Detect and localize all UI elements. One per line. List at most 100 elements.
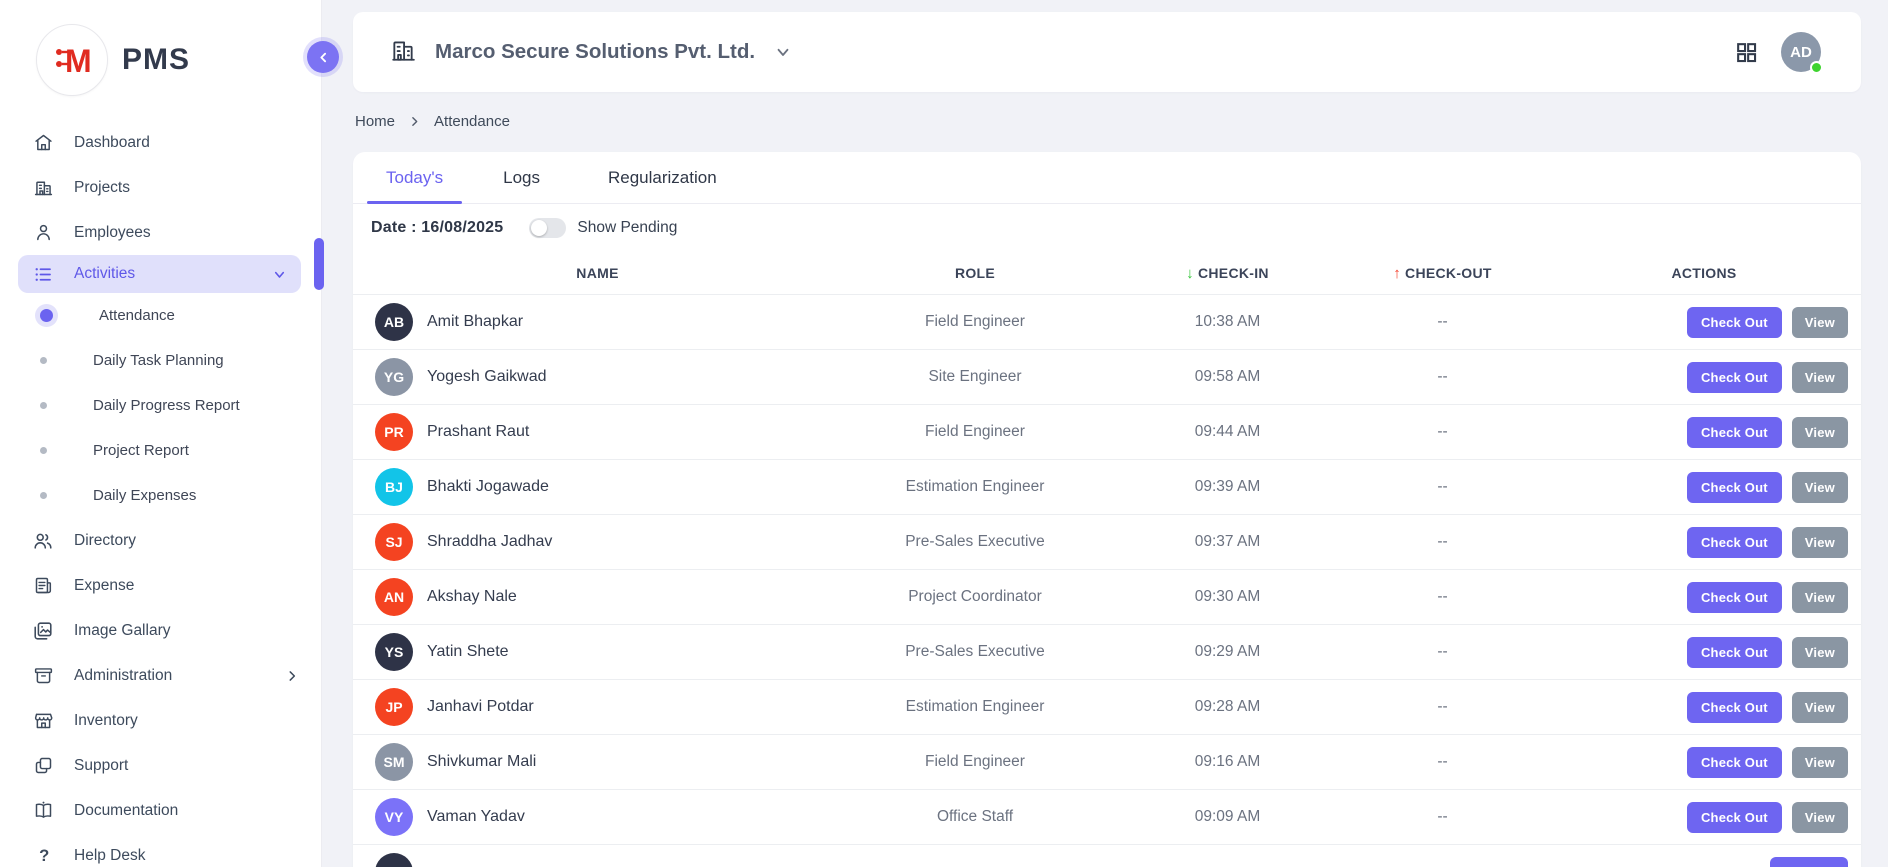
- employee-name: Yatin Shete: [427, 643, 509, 661]
- sidebar-item-inventory[interactable]: Inventory: [0, 698, 321, 743]
- employee-name: Akshay Nale: [427, 588, 517, 606]
- check-out-time: --: [1325, 753, 1560, 771]
- employee-name: Bhakti Jogawade: [427, 478, 549, 496]
- table-row: YS Yatin Shete Pre-Sales Executive 09:29…: [353, 625, 1861, 680]
- table-row: [353, 845, 1861, 867]
- employee-role: Estimation Engineer: [820, 698, 1130, 716]
- sidebar-item-help-desk[interactable]: ?Help Desk: [0, 833, 321, 867]
- building-icon: [32, 177, 54, 199]
- check-out-time: --: [1325, 313, 1560, 331]
- employee-name: Prashant Raut: [427, 423, 529, 441]
- help-icon: ?: [32, 845, 54, 867]
- table-row: SJ Shraddha Jadhav Pre-Sales Executive 0…: [353, 515, 1861, 570]
- sidebar-item-documentation[interactable]: Documentation: [0, 788, 321, 833]
- sidebar-item-label: Support: [74, 757, 299, 775]
- employee-avatar: YS: [375, 633, 413, 671]
- employee-name: Amit Bhapkar: [427, 313, 523, 331]
- sidebar-item-administration[interactable]: Administration: [0, 653, 321, 698]
- show-pending-toggle[interactable]: [529, 218, 566, 238]
- sidebar-item-directory[interactable]: Directory: [0, 518, 321, 563]
- check-out-time: --: [1325, 533, 1560, 551]
- employee-role: Project Coordinator: [820, 588, 1130, 606]
- sidebar-item-projects[interactable]: Projects: [0, 165, 321, 210]
- check-out-button[interactable]: Check Out: [1687, 472, 1782, 503]
- employee-avatar: AB: [375, 303, 413, 341]
- view-button[interactable]: View: [1792, 417, 1848, 448]
- breadcrumb-home[interactable]: Home: [355, 113, 395, 130]
- user-avatar[interactable]: AD: [1781, 32, 1821, 72]
- attendance-card: Today's Logs Regularization Date : 16/08…: [353, 152, 1861, 867]
- employee-avatar: SM: [375, 743, 413, 781]
- gallery-icon: [32, 620, 54, 642]
- column-header-check-out[interactable]: ↑ CHECK-OUT: [1325, 265, 1560, 282]
- company-logo-icon: M: [36, 24, 108, 96]
- sidebar-collapse-button[interactable]: [307, 41, 339, 73]
- sidebar-item-label: Documentation: [74, 802, 299, 820]
- tab-todays[interactable]: Today's: [375, 152, 454, 203]
- sidebar-item-label: Dashboard: [74, 134, 299, 152]
- check-out-button[interactable]: [1770, 857, 1848, 867]
- view-button[interactable]: View: [1792, 527, 1848, 558]
- employee-avatar: JP: [375, 688, 413, 726]
- employee-name: Vaman Yadav: [427, 808, 525, 826]
- employee-role: Field Engineer: [820, 313, 1130, 331]
- check-out-button[interactable]: Check Out: [1687, 692, 1782, 723]
- chevron-down-icon: [774, 43, 792, 61]
- table-row: SM Shivkumar Mali Field Engineer 09:16 A…: [353, 735, 1861, 790]
- table-row: AB Amit Bhapkar Field Engineer 10:38 AM …: [353, 295, 1861, 350]
- company-selector[interactable]: Marco Secure Solutions Pvt. Ltd.: [390, 37, 792, 68]
- sidebar-item-activities[interactable]: Activities: [18, 255, 301, 293]
- apps-grid-icon[interactable]: [1734, 40, 1759, 65]
- sidebar-item-dashboard[interactable]: Dashboard: [0, 120, 321, 165]
- sidebar-nav: Dashboard ProjectsEmployeesActivities Atte…: [0, 120, 321, 867]
- chevron-right-icon: [408, 115, 421, 128]
- check-in-time: 09:58 AM: [1130, 368, 1325, 386]
- breadcrumb: Home Attendance: [355, 113, 510, 130]
- check-out-button[interactable]: Check Out: [1687, 307, 1782, 338]
- check-out-button[interactable]: Check Out: [1687, 582, 1782, 613]
- sidebar-subitem-label: Attendance: [99, 307, 175, 324]
- sort-down-arrow-icon: ↓: [1186, 265, 1194, 282]
- sidebar-subitem-daily-progress-report[interactable]: Daily Progress Report: [0, 383, 321, 428]
- view-button[interactable]: View: [1792, 307, 1848, 338]
- table-row: VY Vaman Yadav Office Staff 09:09 AM -- …: [353, 790, 1861, 845]
- bullet-dot-icon: [40, 447, 47, 454]
- company-name: Marco Secure Solutions Pvt. Ltd.: [435, 40, 755, 64]
- employee-role: Pre-Sales Executive: [820, 643, 1130, 661]
- view-button[interactable]: View: [1792, 747, 1848, 778]
- check-out-button[interactable]: Check Out: [1687, 362, 1782, 393]
- sidebar-subitem-attendance[interactable]: Attendance: [0, 293, 321, 338]
- sidebar-item-image-gallary[interactable]: Image Gallary: [0, 608, 321, 653]
- sidebar-subitem-label: Project Report: [93, 442, 189, 459]
- tab-logs[interactable]: Logs: [492, 152, 551, 203]
- view-button[interactable]: View: [1792, 362, 1848, 393]
- view-button[interactable]: View: [1792, 637, 1848, 668]
- receipt-icon: [32, 575, 54, 597]
- check-in-time: 09:16 AM: [1130, 753, 1325, 771]
- check-out-button[interactable]: Check Out: [1687, 802, 1782, 833]
- sidebar-item-label: Inventory: [74, 712, 299, 730]
- view-button[interactable]: View: [1792, 802, 1848, 833]
- view-button[interactable]: View: [1792, 472, 1848, 503]
- sidebar-subitem-label: Daily Expenses: [93, 487, 196, 504]
- table-row: PR Prashant Raut Field Engineer 09:44 AM…: [353, 405, 1861, 460]
- sidebar-item-employees[interactable]: Employees: [0, 210, 321, 255]
- employee-avatar: [375, 853, 413, 867]
- check-out-button[interactable]: Check Out: [1687, 747, 1782, 778]
- check-in-time: 09:28 AM: [1130, 698, 1325, 716]
- check-out-button[interactable]: Check Out: [1687, 527, 1782, 558]
- column-header-check-in[interactable]: ↓ CHECK-IN: [1130, 265, 1325, 282]
- check-out-button[interactable]: Check Out: [1687, 637, 1782, 668]
- sidebar-subitem-daily-expenses[interactable]: Daily Expenses: [0, 473, 321, 518]
- sidebar-subitem-project-report[interactable]: Project Report: [0, 428, 321, 473]
- sidebar-item-expense[interactable]: Expense: [0, 563, 321, 608]
- table-row: JP Janhavi Potdar Estimation Engineer 09…: [353, 680, 1861, 735]
- check-out-button[interactable]: Check Out: [1687, 417, 1782, 448]
- sidebar-subitem-daily-task-planning[interactable]: Daily Task Planning: [0, 338, 321, 383]
- view-button[interactable]: View: [1792, 582, 1848, 613]
- tab-regularization[interactable]: Regularization: [597, 152, 728, 203]
- sidebar-item-support[interactable]: Support: [0, 743, 321, 788]
- store-icon: [32, 710, 54, 732]
- view-button[interactable]: View: [1792, 692, 1848, 723]
- column-header-role: ROLE: [820, 265, 1130, 281]
